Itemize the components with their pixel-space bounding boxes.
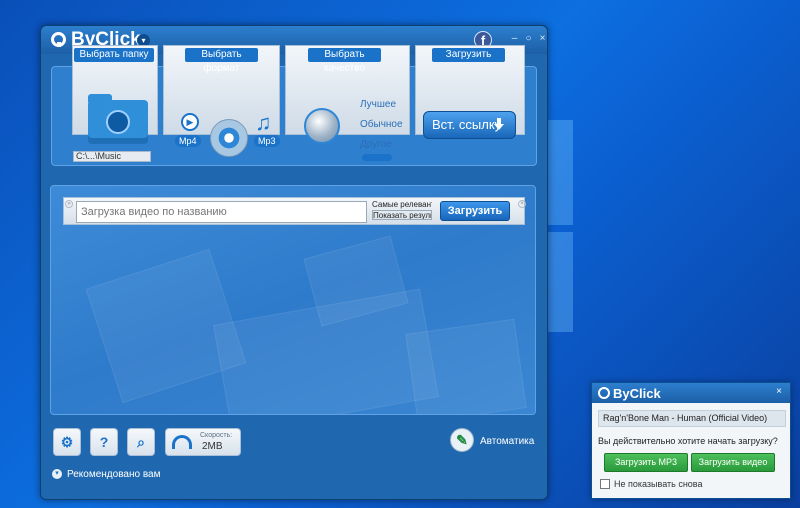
search-tool-button[interactable]: ⌕ (127, 428, 155, 456)
auto-mode-label[interactable]: Автоматика (480, 436, 534, 447)
speed-indicator[interactable]: Скорость: 2MB (165, 428, 241, 456)
option-relevant[interactable]: Самые релевантные (372, 200, 432, 210)
popup-question: Вы действительно хотите начать загрузку? (598, 436, 778, 446)
download-arrow-icon (494, 118, 504, 130)
speedometer-icon (172, 435, 192, 449)
option-show-results[interactable]: Показать результаты (372, 210, 432, 220)
popup-logo-icon (598, 387, 610, 399)
download-video-button[interactable]: Загрузить видео (691, 453, 775, 472)
download-mp3-button[interactable]: Загрузить MP3 (604, 453, 688, 472)
restore-button[interactable]: ○ (523, 33, 534, 44)
speed-value: 2MB (202, 441, 223, 452)
dont-show-label[interactable]: Не показывать снова (614, 479, 702, 489)
music-note-icon[interactable]: ♫ (255, 110, 272, 136)
byclick-logo-icon (51, 32, 66, 47)
video-format-icon[interactable]: ▶ (181, 113, 199, 131)
quality-other[interactable]: Другое (360, 139, 392, 150)
mp3-pill[interactable]: Mp3 (254, 135, 280, 147)
search-bar-left-corner: » (65, 200, 73, 208)
folder-tab-label: Выбрать папку (74, 48, 154, 62)
minimize-button[interactable]: – (509, 33, 520, 44)
close-button[interactable]: × (537, 33, 548, 44)
quality-best[interactable]: Лучшее (360, 99, 396, 110)
speed-label: Скорость: (200, 432, 233, 439)
help-button[interactable]: ? (90, 428, 118, 456)
quality-knob-icon[interactable] (304, 108, 340, 144)
quality-normal[interactable]: Обычное (360, 119, 403, 130)
recommended-chevron-icon[interactable]: ▾ (52, 469, 62, 479)
popup-video-title: Rag'n'Bone Man - Human (Official Video) (598, 410, 786, 427)
magnifier-icon: ⌕ (137, 434, 145, 450)
auto-mode-icon[interactable]: ✎ (450, 428, 474, 452)
search-download-button[interactable]: Загрузить (440, 201, 510, 221)
paste-link-label: Вст. ссылку (432, 117, 502, 132)
search-input[interactable] (76, 201, 367, 223)
format-tab-label: Выбрать формат (185, 48, 258, 74)
folder-icon[interactable] (88, 94, 148, 144)
bottom-toolbar: ⚙ ? ⌕ Скорость: 2MB (53, 428, 241, 456)
download-popup: ByClick × Rag'n'Bone Man - Human (Offici… (591, 382, 791, 499)
search-bar-right-corner: × (518, 200, 526, 208)
gear-icon: ⚙ (60, 434, 74, 450)
paste-tab-label: Загрузить (432, 48, 505, 62)
popup-close-button[interactable]: × (773, 386, 785, 398)
folder-path: C:\...\Music (73, 151, 151, 162)
mp4-pill[interactable]: Mp4 (175, 135, 201, 147)
quality-tab-label: Выбрать качество (308, 48, 381, 74)
settings-button[interactable]: ⚙ (53, 428, 81, 456)
quality-slider[interactable] (362, 154, 392, 161)
popup-title: ByClick (613, 386, 661, 401)
recommended-label[interactable]: Рекомендовано вам (67, 469, 160, 480)
format-disc-icon (210, 119, 248, 157)
content-area: » × Самые релевантные Показать результат… (50, 185, 536, 415)
dont-show-checkbox[interactable] (600, 479, 610, 489)
popup-titlebar: ByClick × (592, 383, 790, 403)
